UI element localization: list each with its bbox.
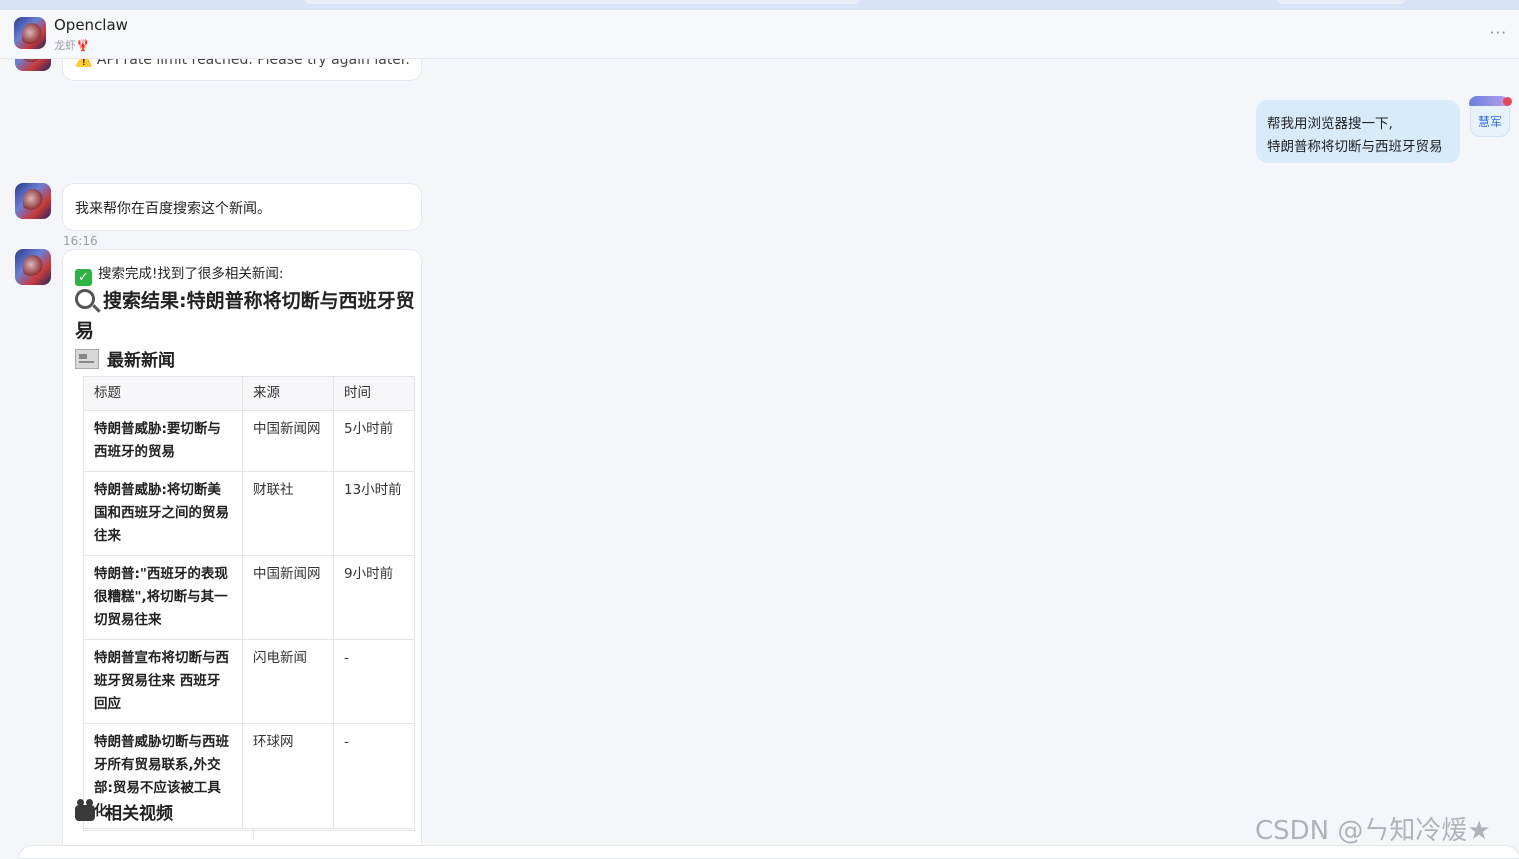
more-options-icon[interactable]: ··· <box>1490 24 1507 42</box>
column-header-time: 时间 <box>333 376 415 411</box>
column-header-title: 标题 <box>83 376 243 411</box>
search-heading: 搜索结果:特朗普称将切断与西班牙贸易 <box>75 286 415 346</box>
cell-title: 特朗普威胁:将切断美国和西班牙之间的贸易往来 <box>83 471 243 556</box>
cell-source: 环球网 <box>242 723 334 831</box>
bot-avatar[interactable] <box>15 183 51 219</box>
table-row: 特朗普威胁:将切断美国和西班牙之间的贸易往来 财联社 13小时前 <box>83 471 415 556</box>
user-name: 慧军 <box>1478 115 1503 129</box>
message-text: ⚠️ API rate limit reached. Please try ag… <box>75 59 410 68</box>
message-text: 帮我用浏览器搜一下, <box>1267 116 1393 132</box>
cell-source: 财联社 <box>242 471 334 556</box>
news-heading: 最新新闻 <box>75 346 175 371</box>
table-row: 特朗普宣布将切断与西班牙贸易往来 西班牙回应 闪电新闻 - <box>83 639 415 724</box>
watermark: CSDN @ㄣ知冷煖★ <box>1255 816 1491 846</box>
table-header-row: 标题 来源 时间 <box>83 376 415 411</box>
cell-source: 中国新闻网 <box>242 410 334 472</box>
bot-avatar[interactable] <box>15 249 51 285</box>
column-header-source: 来源 <box>242 376 334 411</box>
message-text: 我来帮你在百度搜索这个新闻。 <box>75 201 271 217</box>
video-camera-icon <box>75 799 95 821</box>
message-text: 特朗普称将切断与西班牙贸易 <box>1267 139 1443 155</box>
chat-header: Openclaw 龙虾🦞 ··· <box>0 10 1519 59</box>
video-table <box>83 828 413 839</box>
status-line: ✓ 搜索完成!找到了很多相关新闻: <box>75 262 283 286</box>
chat-subtitle: 龙虾🦞 <box>54 39 90 52</box>
top-tab-pill <box>1277 0 1405 4</box>
chat-title: Openclaw <box>54 16 128 34</box>
search-heading-text: 搜索结果:特朗普称将切断与西班牙贸易 <box>75 290 415 342</box>
table-row: 特朗普:"西班牙的表现很糟糕",将切断与其一切贸易往来 中国新闻网 9小时前 <box>83 555 415 640</box>
heart-icon <box>1503 97 1512 106</box>
top-strip <box>0 0 1519 10</box>
cell-time: 13小时前 <box>333 471 415 556</box>
user-avatar[interactable]: 慧军 <box>1469 96 1512 137</box>
news-table: 标题 来源 时间 特朗普威胁:要切断与西班牙的贸易 中国新闻网 5小时前 特朗普… <box>83 376 415 831</box>
cell-time: 9小时前 <box>333 555 415 640</box>
magnifier-icon <box>75 289 95 309</box>
video-heading: 相关视频 <box>75 799 173 824</box>
message-bubble-bot: ✓ 搜索完成!找到了很多相关新闻: 搜索结果:特朗普称将切断与西班牙贸易 最新新闻… <box>62 249 422 849</box>
cell-source: 闪电新闻 <box>242 639 334 724</box>
top-tab-pill <box>305 0 860 4</box>
bot-avatar[interactable] <box>14 17 46 49</box>
newspaper-icon <box>75 349 99 369</box>
status-text: 搜索完成!找到了很多相关新闻: <box>98 266 284 282</box>
news-heading-text: 最新新闻 <box>107 351 175 371</box>
cell-source: 中国新闻网 <box>242 555 334 640</box>
check-mark-icon: ✓ <box>75 269 92 286</box>
cell-title: 特朗普:"西班牙的表现很糟糕",将切断与其一切贸易往来 <box>83 555 243 640</box>
chat-area[interactable]: ⚠️ API rate limit reached. Please try ag… <box>0 59 1519 849</box>
cell-title: 特朗普威胁:要切断与西班牙的贸易 <box>83 410 243 472</box>
table-row: 特朗普威胁:要切断与西班牙的贸易 中国新闻网 5小时前 <box>83 410 415 472</box>
video-heading-text: 相关视频 <box>105 804 173 824</box>
message-timestamp: 16:16 <box>63 234 98 248</box>
cell-time: - <box>333 723 415 831</box>
cell-title: 特朗普宣布将切断与西班牙贸易往来 西班牙回应 <box>83 639 243 724</box>
message-input-area[interactable] <box>18 845 1519 859</box>
message-bubble-bot: ⚠️ API rate limit reached. Please try ag… <box>62 59 422 81</box>
message-bubble-bot: 我来帮你在百度搜索这个新闻。 <box>62 183 422 231</box>
message-bubble-user: 帮我用浏览器搜一下, 特朗普称将切断与西班牙贸易 <box>1256 100 1460 163</box>
cell-time: - <box>333 639 415 724</box>
bot-avatar[interactable] <box>15 59 51 71</box>
cell-time: 5小时前 <box>333 410 415 472</box>
